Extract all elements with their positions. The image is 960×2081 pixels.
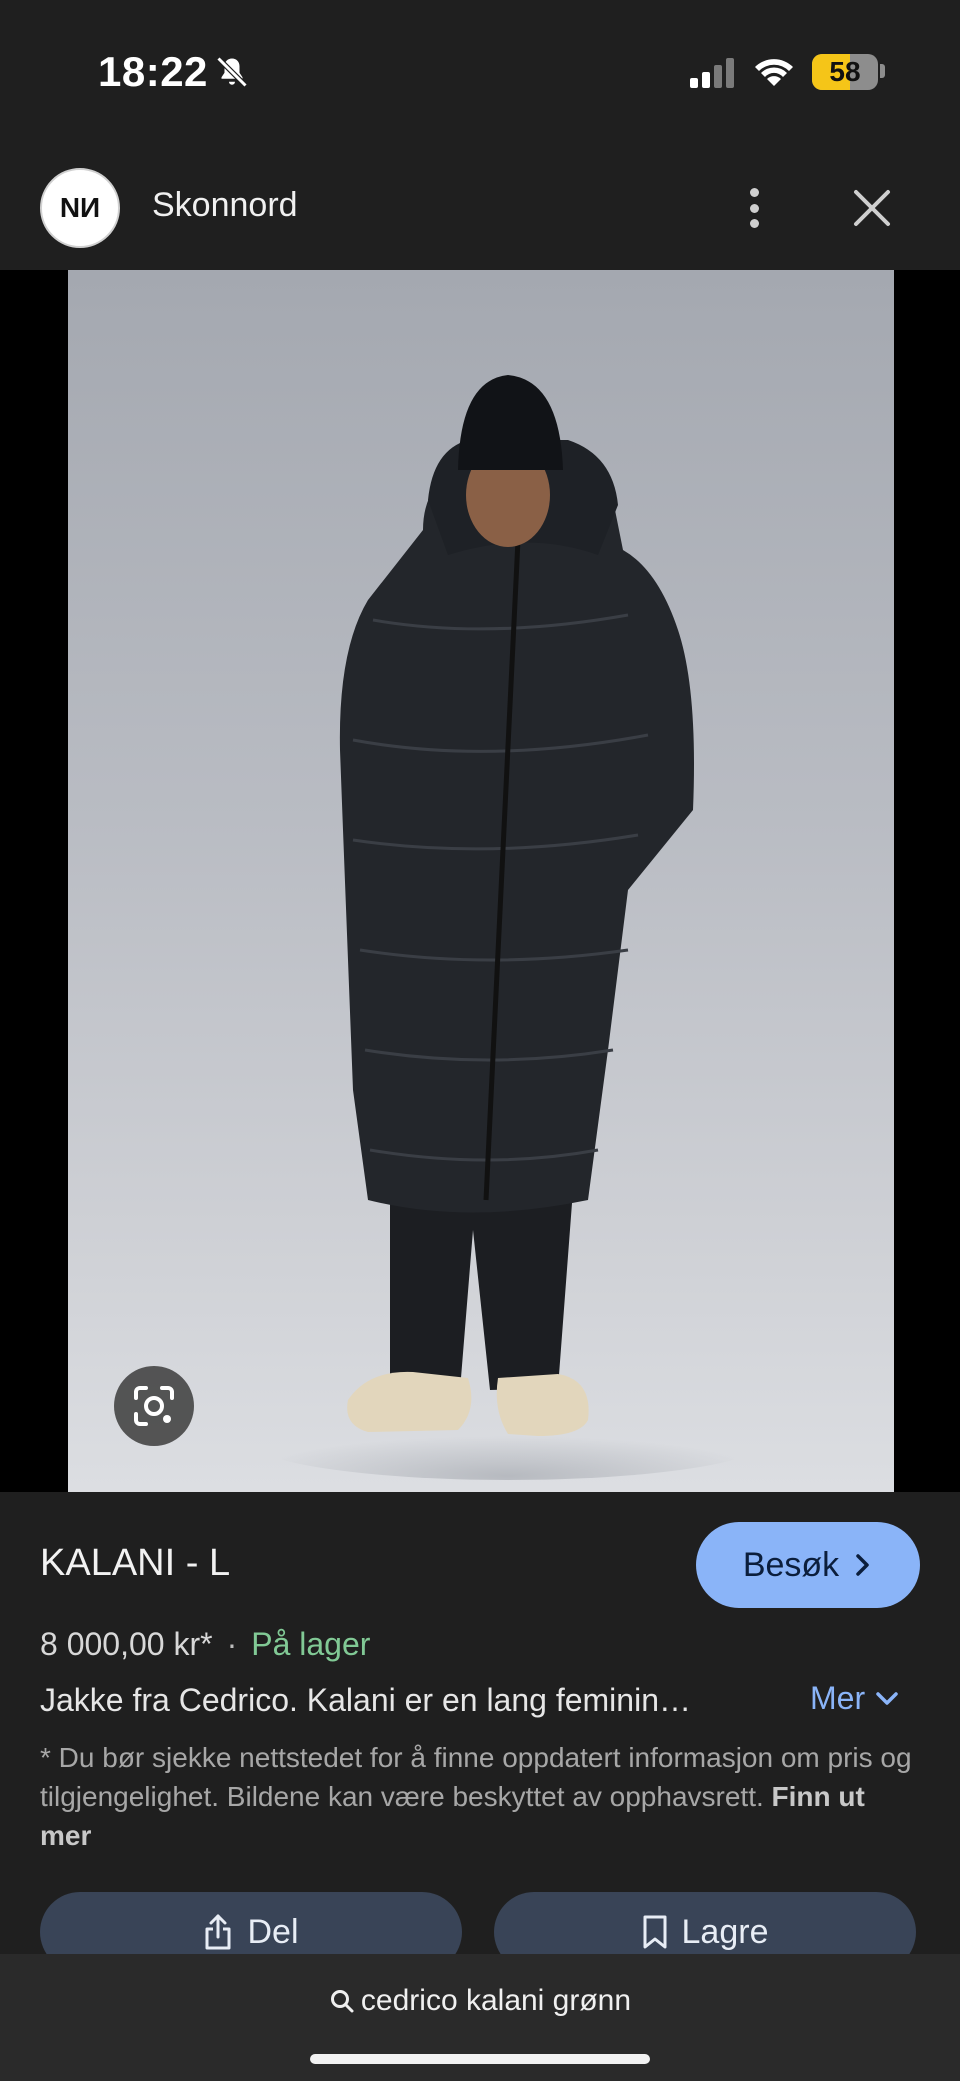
price-row: 8 000,00 kr* · På lager — [40, 1626, 370, 1663]
google-lens-icon[interactable] — [114, 1366, 194, 1446]
battery-tip — [880, 64, 885, 78]
share-icon — [205, 1914, 231, 1950]
product-description: Jakke fra Cedrico. Kalani er en lang fem… — [40, 1682, 691, 1718]
save-button-label: Lagre — [681, 1912, 769, 1951]
more-button[interactable]: Mer — [810, 1680, 899, 1717]
bell-slash-icon — [216, 56, 248, 88]
battery-percent: 58 — [829, 56, 861, 87]
product-title: KALANI - L — [40, 1542, 231, 1584]
status-time: 18:22 — [98, 48, 208, 95]
price: 8 000,00 kr* — [40, 1626, 213, 1662]
home-indicator[interactable] — [310, 2054, 650, 2064]
wifi-icon — [755, 59, 793, 86]
close-icon[interactable] — [848, 184, 896, 232]
site-name[interactable]: Skonnord — [152, 186, 298, 225]
search-query[interactable]: cedrico kalani grønn — [0, 1984, 960, 2018]
site-logo[interactable]: NИ — [40, 168, 120, 248]
share-button-label: Del — [247, 1912, 299, 1951]
product-photo-illustration — [248, 375, 768, 1480]
more-vert-icon[interactable] — [736, 180, 772, 236]
visit-button-label: Besøk — [742, 1545, 840, 1584]
lens-glyph — [134, 1386, 174, 1426]
lens-result-header: NИ Skonnord — [0, 140, 960, 270]
battery-icon: 58 — [812, 54, 878, 90]
search-query-text: cedrico kalani grønn — [360, 1984, 632, 2017]
more-button-label: Mer — [810, 1680, 866, 1716]
product-info-panel: KALANI - L Besøk 8 000,00 kr* · På lager… — [0, 1492, 960, 1972]
status-bar: 18:22 58 — [0, 0, 960, 140]
separator: · — [226, 1626, 238, 1662]
stock-status: På lager — [251, 1626, 371, 1662]
bookmark-icon — [643, 1915, 667, 1949]
disclaimer: * Du bør sjekke nettstedet for å finne o… — [40, 1738, 920, 1855]
bottom-search-bar: cedrico kalani grønn — [0, 1954, 960, 2081]
visit-button[interactable]: Besøk — [696, 1522, 920, 1608]
product-image-area — [0, 270, 960, 1492]
site-logo-text: NИ — [59, 192, 101, 223]
chevron-right-icon — [856, 1554, 869, 1576]
search-icon — [330, 1990, 354, 2013]
cellular-signal-icon — [690, 58, 734, 88]
product-image[interactable] — [68, 270, 894, 1492]
chevron-down-icon — [876, 1691, 898, 1705]
